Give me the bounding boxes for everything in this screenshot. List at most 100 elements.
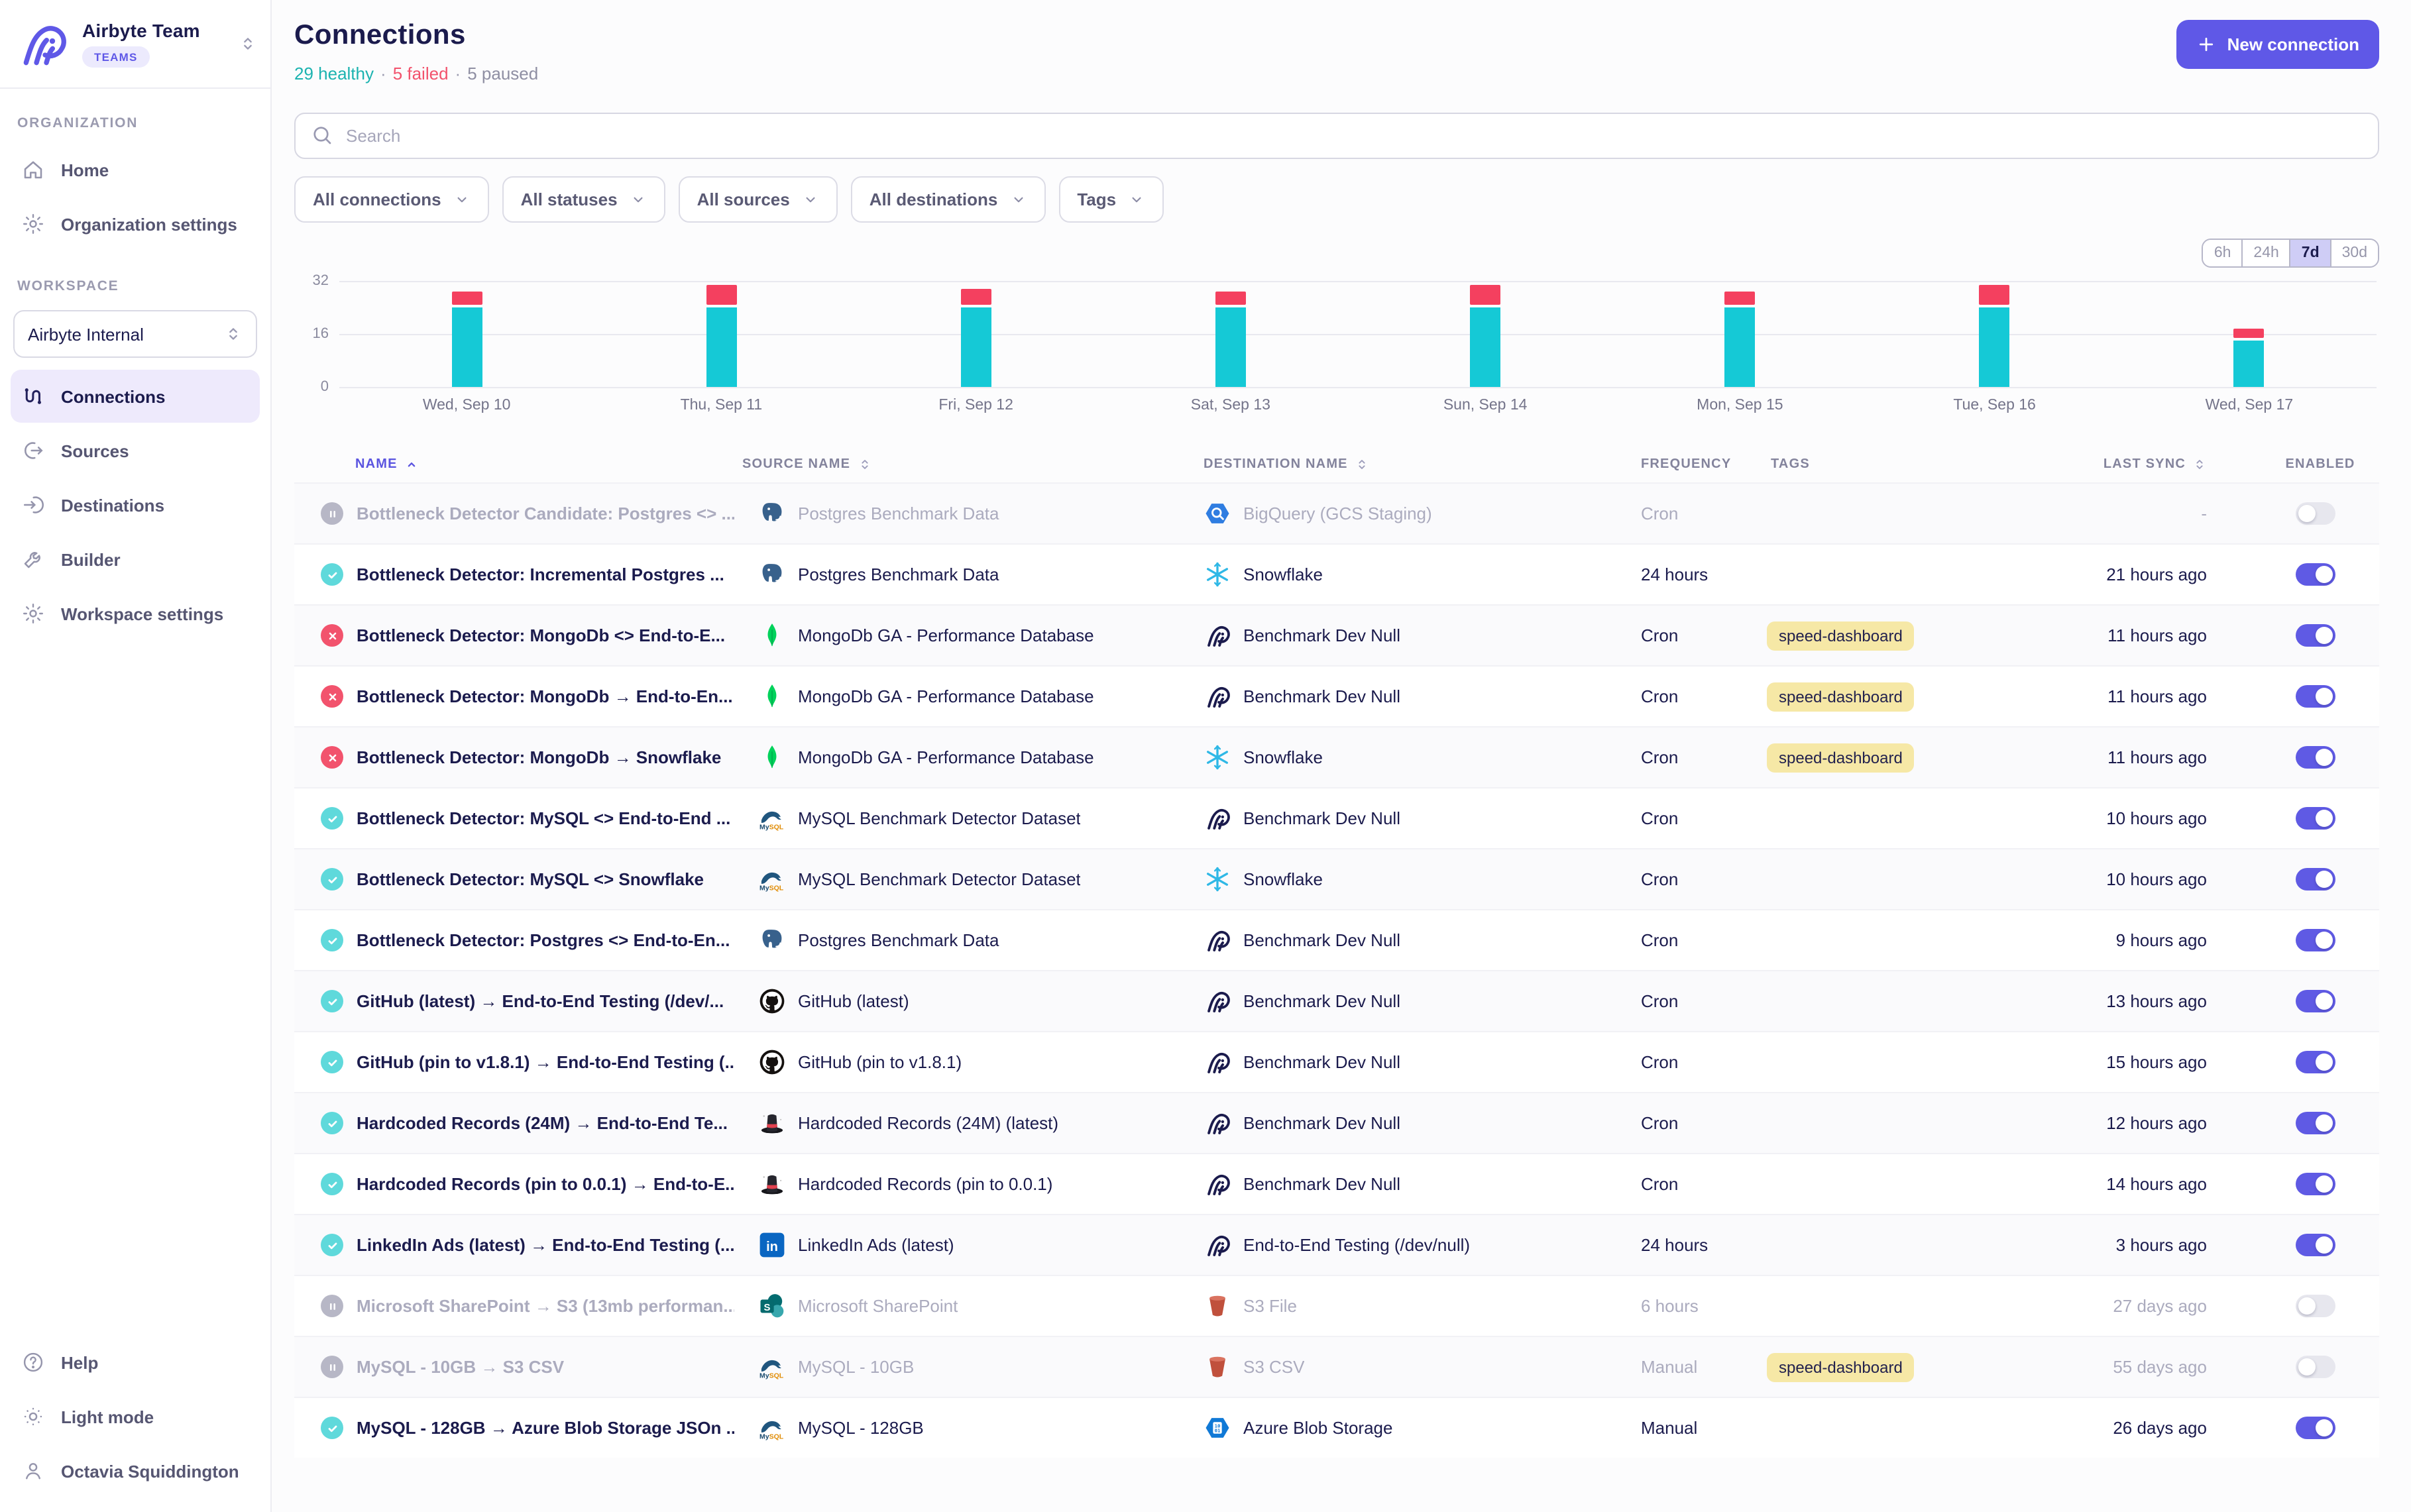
enabled-toggle[interactable]	[2295, 502, 2335, 525]
sidebar-item-builder[interactable]: Builder	[11, 533, 260, 586]
column-header-destination-name[interactable]: DESTINATION NAME	[1193, 457, 1630, 471]
table-row[interactable]: Bottleneck Detector Candidate: Postgres …	[294, 482, 2379, 543]
table-row[interactable]: Bottleneck Detector: Incremental Postgre…	[294, 543, 2379, 604]
organization-nav: HomeOrganization settings	[0, 142, 270, 252]
workspace-selector[interactable]: Airbyte Internal	[13, 310, 257, 358]
table-row[interactable]: GitHub (latest) → End-to-End Testing (/d…	[294, 970, 2379, 1031]
time-range-24h[interactable]: 24h	[2241, 240, 2289, 266]
org-switcher[interactable]: Airbyte Team TEAMS	[0, 0, 270, 89]
enabled-toggle[interactable]	[2295, 746, 2335, 769]
bar-segment-failed	[1724, 292, 1755, 305]
table-row[interactable]: LinkedIn Ads (latest) → End-to-End Testi…	[294, 1214, 2379, 1275]
chevron-down-icon	[802, 191, 819, 208]
sidebar-item-home[interactable]: Home	[11, 143, 260, 196]
last-sync-cell: 21 hours ago	[2086, 565, 2251, 584]
sidebar-item-connections[interactable]: Connections	[11, 370, 260, 423]
table-row[interactable]: Hardcoded Records (pin to 0.0.1) → End-t…	[294, 1153, 2379, 1214]
table-row[interactable]: Hardcoded Records (24M) → End-to-End Te.…	[294, 1092, 2379, 1153]
source-cell: SMicrosoft SharePoint	[734, 1292, 1193, 1320]
table-row[interactable]: MySQL - 128GB → Azure Blob Storage JSOn …	[294, 1397, 2379, 1458]
sidebar-item-organization-settings[interactable]: Organization settings	[11, 197, 260, 250]
column-header-enabled: ENABLED	[2251, 457, 2379, 471]
table-row[interactable]: Microsoft SharePoint → S3 (13mb performa…	[294, 1275, 2379, 1336]
source-name: Hardcoded Records (pin to 0.0.1)	[798, 1174, 1052, 1194]
sidebar-item-destinations[interactable]: Destinations	[11, 478, 260, 531]
connection-name: Hardcoded Records (24M) → End-to-End Te.…	[357, 1113, 728, 1133]
connection-name: Bottleneck Detector: MongoDb <> End-to-E…	[357, 625, 725, 645]
airbyte-icon	[1204, 1109, 1231, 1137]
enabled-toggle[interactable]	[2295, 868, 2335, 891]
enabled-toggle[interactable]	[2295, 624, 2335, 647]
filter-tags[interactable]: Tags	[1058, 176, 1164, 223]
filter-all-connections[interactable]: All connections	[294, 176, 489, 223]
table-row[interactable]: Bottleneck Detector: MySQL <> SnowflakeM…	[294, 848, 2379, 909]
enabled-toggle[interactable]	[2295, 1173, 2335, 1195]
enabled-toggle[interactable]	[2295, 685, 2335, 708]
x-axis-label: Sun, Sep 14	[1358, 398, 1612, 413]
s3-icon	[1204, 1292, 1231, 1320]
toggle-knob	[2315, 627, 2332, 644]
source-cell: MongoDb GA - Performance Database	[734, 682, 1193, 710]
enabled-toggle[interactable]	[2295, 929, 2335, 951]
table-row[interactable]: Bottleneck Detector: MySQL <> End-to-End…	[294, 787, 2379, 848]
nav-item-label: Light mode	[61, 1407, 154, 1427]
frequency-cell: Cron	[1630, 1052, 1760, 1072]
time-range-6h[interactable]: 6h	[2204, 240, 2242, 266]
destination-name: Azure Blob Storage	[1243, 1418, 1392, 1438]
last-sync-cell: 11 hours ago	[2086, 625, 2251, 645]
filter-all-sources[interactable]: All sources	[679, 176, 838, 223]
snowflake-icon	[1204, 743, 1231, 771]
connection-name: Bottleneck Detector: MongoDb → End-to-En…	[357, 686, 733, 706]
filter-all-destinations[interactable]: All destinations	[851, 176, 1046, 223]
status-paused-icon	[321, 502, 343, 525]
enabled-toggle[interactable]	[2295, 1356, 2335, 1378]
airbyte-icon	[1204, 621, 1231, 649]
table-row[interactable]: Bottleneck Detector: Postgres <> End-to-…	[294, 909, 2379, 970]
svg-text:in: in	[766, 1240, 778, 1254]
enabled-toggle[interactable]	[2295, 1295, 2335, 1317]
enabled-toggle[interactable]	[2295, 990, 2335, 1012]
new-connection-button[interactable]: New connection	[2177, 20, 2379, 69]
column-header-last-sync[interactable]: LAST SYNC	[2086, 457, 2251, 471]
org-info: Airbyte Team TEAMS	[82, 20, 225, 68]
sidebar-footer-item-octavia-squiddington[interactable]: Octavia Squiddington	[11, 1444, 260, 1497]
enabled-toggle[interactable]	[2295, 1234, 2335, 1256]
s3-icon	[1204, 1353, 1231, 1381]
table-row[interactable]: GitHub (pin to v1.8.1) → End-to-End Test…	[294, 1031, 2379, 1092]
sidebar-item-sources[interactable]: Sources	[11, 424, 260, 477]
connection-name: GitHub (latest) → End-to-End Testing (/d…	[357, 991, 724, 1011]
sidebar-footer-item-help[interactable]: Help	[11, 1336, 260, 1389]
table-row[interactable]: Bottleneck Detector: MongoDb → Snowflake…	[294, 726, 2379, 787]
table-row[interactable]: Bottleneck Detector: MongoDb <> End-to-E…	[294, 604, 2379, 665]
time-range-7d[interactable]: 7d	[2290, 240, 2330, 266]
time-range-30d[interactable]: 30d	[2330, 240, 2378, 266]
sidebar-footer-item-light-mode[interactable]: Light mode	[11, 1390, 260, 1443]
enabled-toggle[interactable]	[2295, 807, 2335, 830]
status-failed-icon	[321, 746, 343, 769]
toggle-knob	[2315, 1236, 2332, 1254]
enabled-toggle[interactable]	[2295, 1417, 2335, 1439]
enabled-toggle[interactable]	[2295, 563, 2335, 586]
column-header-name[interactable]: NAME	[294, 457, 734, 471]
enabled-toggle[interactable]	[2295, 1051, 2335, 1073]
airbyte-icon	[1204, 1231, 1231, 1259]
last-sync-cell: -	[2086, 504, 2251, 523]
search-input[interactable]	[294, 113, 2379, 159]
chart-gridline	[339, 387, 2377, 388]
filter-all-statuses[interactable]: All statuses	[502, 176, 665, 223]
status-success-icon	[321, 1051, 343, 1073]
summary-failed: 5 failed	[393, 64, 449, 83]
page-header: Connections 29 healthy·5 failed·5 paused…	[294, 20, 2379, 83]
sidebar-item-workspace-settings[interactable]: Workspace settings	[11, 587, 260, 640]
destination-name: Benchmark Dev Null	[1243, 1052, 1400, 1072]
table-row[interactable]: Bottleneck Detector: MongoDb → End-to-En…	[294, 665, 2379, 726]
filter-label: All sources	[697, 189, 790, 209]
source-name: MySQL - 128GB	[798, 1418, 924, 1438]
frequency-cell: Cron	[1630, 686, 1760, 706]
connection-name: Microsoft SharePoint → S3 (13mb performa…	[357, 1296, 734, 1316]
column-header-source-name[interactable]: SOURCE NAME	[734, 457, 1193, 471]
table-row[interactable]: MySQL - 10GB → S3 CSVMySQLMySQL - 10GBS3…	[294, 1336, 2379, 1397]
enabled-toggle[interactable]	[2295, 1112, 2335, 1134]
destination-name: Benchmark Dev Null	[1243, 1113, 1400, 1133]
status-success-icon	[321, 990, 343, 1012]
